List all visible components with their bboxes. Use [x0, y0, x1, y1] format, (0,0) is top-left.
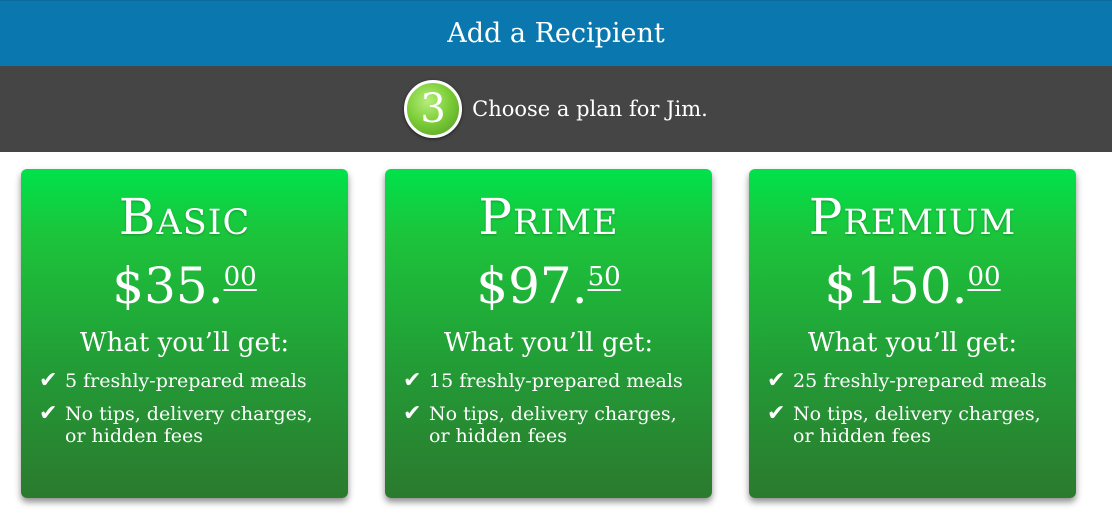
plan-price: $150.00 — [749, 247, 1076, 316]
feature-item: ✔ No tips, delivery charges, or hidden fe… — [403, 401, 702, 448]
feature-list: ✔ 25 freshly-prepared meals ✔ No tips, del… — [749, 368, 1076, 448]
price-cents: 00 — [223, 262, 257, 292]
feature-text: No tips, delivery charges, or hidden fee… — [429, 403, 677, 447]
plan-card-basic[interactable]: Basic $35.00 What you’ll get: ✔ 5 freshly… — [21, 169, 348, 498]
checkmark-icon: ✔ — [403, 368, 422, 393]
checkmark-icon: ✔ — [403, 401, 422, 426]
checkmark-icon: ✔ — [767, 368, 786, 393]
checkmark-icon: ✔ — [767, 401, 786, 426]
price-cents: 50 — [587, 262, 621, 292]
feature-text: No tips, delivery charges, or hidden fee… — [65, 403, 313, 447]
step-number-badge: 3 — [404, 80, 463, 138]
page-title: Add a Recipient — [447, 18, 665, 49]
plans-section: Basic $35.00 What you’ll get: ✔ 5 freshly… — [0, 152, 1112, 526]
step-bar: 3 Choose a plan for Jim. — [0, 66, 1112, 152]
feature-list: ✔ 5 freshly-prepared meals ✔ No tips, deli… — [21, 368, 348, 448]
plan-name: Prime — [478, 188, 619, 246]
price-cents: 00 — [967, 262, 1001, 292]
feature-item: ✔ 5 freshly-prepared meals — [39, 368, 338, 393]
feature-text: 5 freshly-prepared meals — [65, 370, 307, 392]
feature-item: ✔ 25 freshly-prepared meals — [767, 368, 1066, 393]
price-main: $97. — [476, 257, 588, 315]
plan-name: Premium — [808, 188, 1017, 246]
page-header: Add a Recipient — [0, 0, 1112, 66]
plan-price: $35.00 — [21, 247, 348, 316]
plan-card-premium[interactable]: Premium $150.00 What you’ll get: ✔ 25 fre… — [749, 169, 1076, 498]
plan-name: Basic — [118, 188, 251, 246]
feature-text: 15 freshly-prepared meals — [429, 370, 683, 392]
price-main: $35. — [112, 257, 224, 315]
feature-text: No tips, delivery charges, or hidden fee… — [793, 403, 1041, 447]
what-you-get-label: What you’ll get: — [443, 328, 654, 358]
checkmark-icon: ✔ — [39, 401, 58, 426]
plan-card-prime[interactable]: Prime $97.50 What you’ll get: ✔ 15 freshl… — [385, 169, 712, 498]
checkmark-icon: ✔ — [39, 368, 58, 393]
feature-item: ✔ 15 freshly-prepared meals — [403, 368, 702, 393]
what-you-get-label: What you’ll get: — [807, 328, 1018, 358]
feature-item: ✔ No tips, delivery charges, or hidden fe… — [767, 401, 1066, 448]
what-you-get-label: What you’ll get: — [79, 328, 290, 358]
feature-item: ✔ No tips, delivery charges, or hidden fe… — [39, 401, 338, 448]
step-instruction: Choose a plan for Jim. — [472, 97, 708, 121]
plan-price: $97.50 — [385, 247, 712, 316]
feature-text: 25 freshly-prepared meals — [793, 370, 1047, 392]
price-main: $150. — [824, 257, 968, 315]
feature-list: ✔ 15 freshly-prepared meals ✔ No tips, del… — [385, 368, 712, 448]
